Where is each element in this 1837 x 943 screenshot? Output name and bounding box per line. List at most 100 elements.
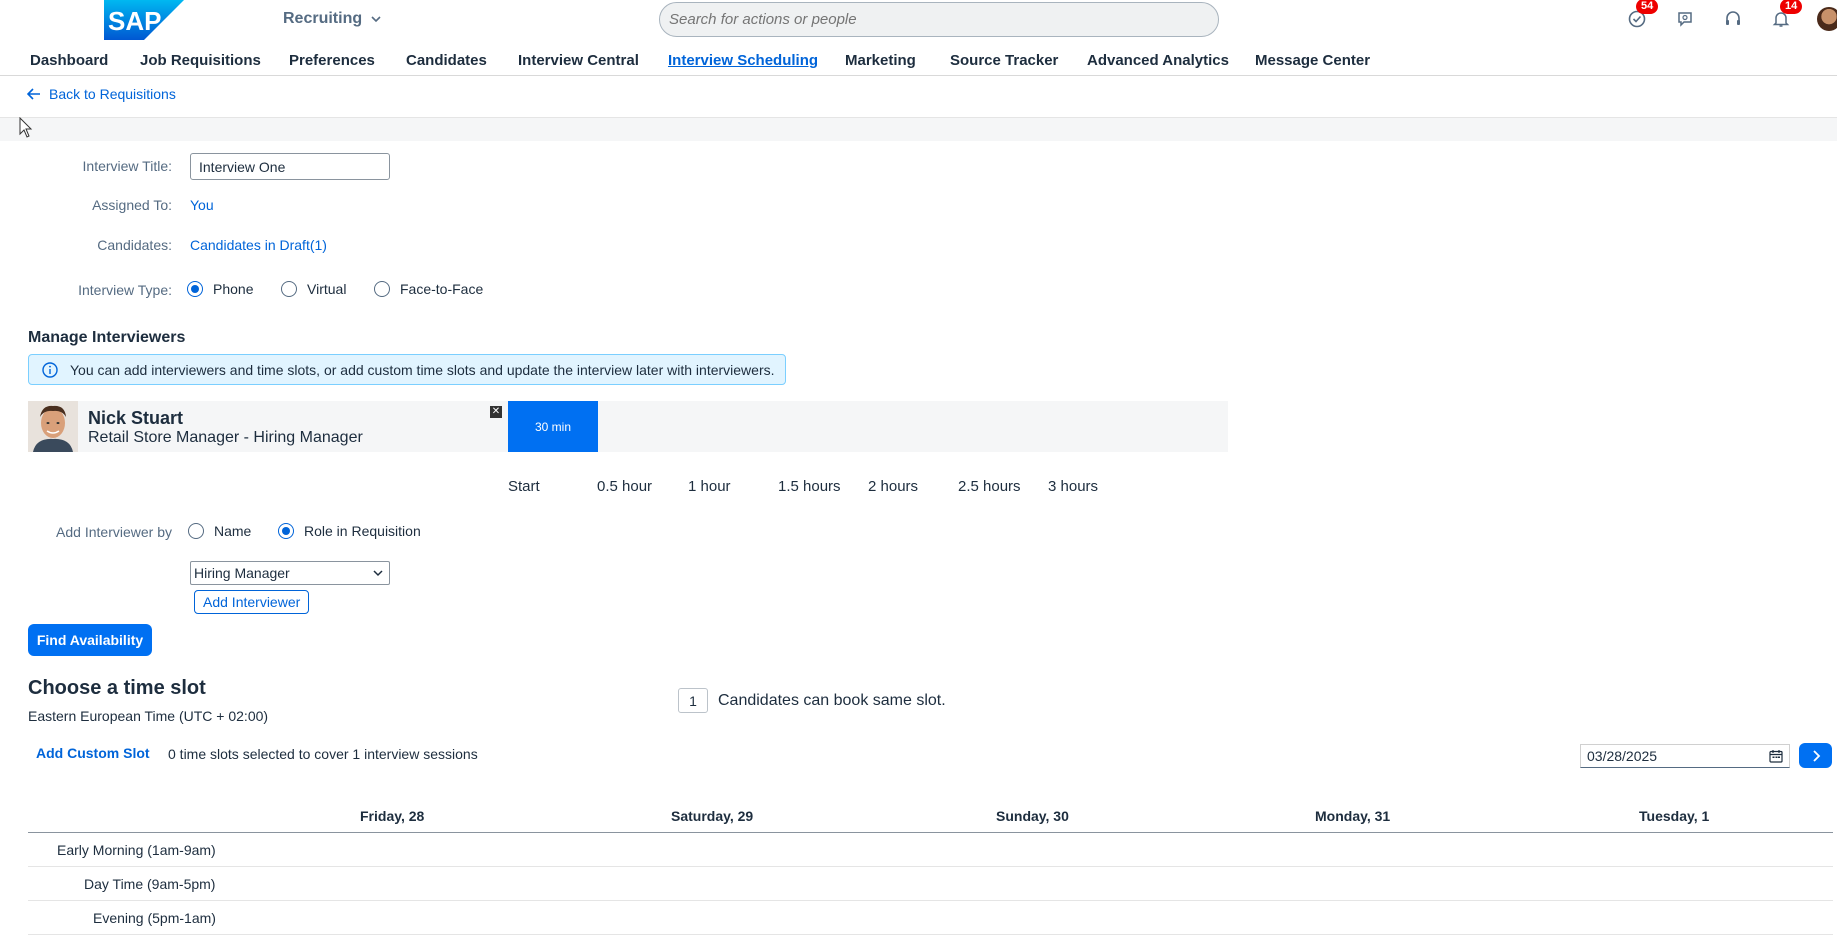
chat-button[interactable] <box>1674 8 1696 30</box>
assigned-to-label: Assigned To: <box>92 197 172 213</box>
radio-add-by-name[interactable]: Name <box>188 523 278 539</box>
app-switcher[interactable]: Recruiting <box>283 10 382 28</box>
add-by-group: Name Role in Requisition <box>188 523 421 539</box>
interview-title-label: Interview Title: <box>82 158 172 174</box>
calendar-icon[interactable] <box>1769 749 1783 763</box>
role-select[interactable]: Hiring Manager <box>190 561 390 585</box>
radio-add-by-name-circle <box>188 523 204 539</box>
info-message-text: You can add interviewers and time slots,… <box>70 361 775 378</box>
nav-marketing[interactable]: Marketing <box>845 52 950 69</box>
nav-candidates[interactable]: Candidates <box>406 52 518 69</box>
notifications-badge: 14 <box>1780 0 1803 14</box>
date-picker-value: 03/28/2025 <box>1587 748 1658 764</box>
back-link-label: Back to Requisitions <box>49 86 176 102</box>
shell-bar: SAP ® Recruiting 54 14 Dashboard Job Req… <box>0 0 1837 76</box>
interview-type-group: Phone Virtual Face-to-Face <box>187 281 483 297</box>
day-header-saturday: Saturday, 29 <box>671 808 754 824</box>
add-interviewer-by-label: Add Interviewer by <box>56 524 172 540</box>
notifications-button[interactable]: 14 <box>1770 0 1803 30</box>
row-label-day-time: Day Time (9am-5pm) <box>84 876 216 892</box>
row-label-early-morning: Early Morning (1am-9am) <box>57 842 216 858</box>
interviewer-row: Nick Stuart Retail Store Manager - Hirin… <box>28 401 1228 452</box>
user-avatar[interactable] <box>1817 7 1837 31</box>
slots-selected-summary: 0 time slots selected to cover 1 intervi… <box>168 746 478 762</box>
interviewer-name: Nick Stuart <box>88 408 184 428</box>
manage-interviewers-title: Manage Interviewers <box>28 329 186 346</box>
timeline-2-hours: 2 hours <box>868 478 919 495</box>
radio-face-to-face[interactable]: Face-to-Face <box>374 281 483 297</box>
interview-title-input[interactable] <box>190 153 390 180</box>
nav-message-center[interactable]: Message Center <box>1255 52 1375 69</box>
nav-advanced-analytics[interactable]: Advanced Analytics <box>1087 52 1255 69</box>
search-input[interactable] <box>669 3 1218 36</box>
timeline-1-5-hours: 1.5 hours <box>778 478 841 495</box>
nav-source-tracker[interactable]: Source Tracker <box>950 52 1087 69</box>
interviewer-photo <box>28 401 78 452</box>
info-icon <box>42 361 58 378</box>
chat-icon <box>1678 12 1692 27</box>
nav-interview-scheduling[interactable]: Interview Scheduling <box>668 52 845 69</box>
find-availability-button[interactable]: Find Availability <box>28 624 152 656</box>
radio-add-by-name-label: Name <box>214 523 252 539</box>
candidates-per-slot-input[interactable] <box>678 688 708 713</box>
todo-badge: 54 <box>1636 0 1659 14</box>
interviewer-role: Retail Store Manager - Hiring Manager <box>88 429 363 446</box>
headset-icon <box>1726 11 1740 25</box>
day-header-tuesday: Tuesday, 1 <box>1639 808 1710 824</box>
nav-job-requisitions[interactable]: Job Requisitions <box>140 52 289 69</box>
header-divider <box>0 117 1837 141</box>
calendar-grid-header <box>28 806 1833 833</box>
timeline-2-5-hours: 2.5 hours <box>958 478 1021 495</box>
choose-time-slot-title: Choose a time slot <box>28 677 206 699</box>
app-switcher-label: Recruiting <box>283 10 363 27</box>
main-navigation: Dashboard Job Requisitions Preferences C… <box>30 52 1375 69</box>
add-custom-slot-link[interactable]: Add Custom Slot <box>36 745 150 761</box>
radio-phone[interactable]: Phone <box>187 281 281 297</box>
row-label-evening: Evening (5pm-1am) <box>93 910 216 926</box>
radio-virtual[interactable]: Virtual <box>281 281 374 297</box>
radio-face-to-face-label: Face-to-Face <box>400 281 484 297</box>
svg-text:®: ® <box>154 32 160 40</box>
radio-phone-circle <box>187 281 203 297</box>
duration-slot[interactable]: 30 min <box>508 401 598 452</box>
grid-row-evening[interactable]: Evening (5pm-1am) <box>28 901 1833 935</box>
timeline-0-5-hour: 0.5 hour <box>597 478 653 495</box>
next-week-button[interactable] <box>1799 743 1832 768</box>
mouse-pointer-icon <box>19 117 33 138</box>
radio-add-by-role-circle <box>278 523 294 539</box>
day-header-sunday: Sunday, 30 <box>996 808 1069 824</box>
sap-logo[interactable]: SAP ® <box>104 0 184 40</box>
role-select-value: Hiring Manager <box>194 565 290 581</box>
grid-row-early-morning[interactable]: Early Morning (1am-9am) <box>28 833 1833 867</box>
radio-virtual-circle <box>281 281 297 297</box>
arrow-left-icon <box>27 88 40 100</box>
nav-interview-central[interactable]: Interview Central <box>518 52 668 69</box>
grid-row-day-time[interactable]: Day Time (9am-5pm) <box>28 867 1833 901</box>
svg-text:SAP: SAP <box>108 6 161 36</box>
radio-face-to-face-circle <box>374 281 390 297</box>
chevron-down-icon <box>373 570 383 577</box>
radio-add-by-role-label: Role in Requisition <box>304 523 421 539</box>
timezone-label: Eastern European Time (UTC + 02:00) <box>28 708 269 724</box>
remove-interviewer-icon[interactable]: ✕ <box>490 406 502 418</box>
timeline-1-hour: 1 hour <box>688 478 731 495</box>
day-header-monday: Monday, 31 <box>1315 808 1391 824</box>
search-field[interactable] <box>659 2 1219 37</box>
nav-preferences[interactable]: Preferences <box>289 52 406 69</box>
date-picker-input[interactable]: 03/28/2025 <box>1580 744 1790 768</box>
radio-add-by-role[interactable]: Role in Requisition <box>278 523 421 539</box>
assigned-to-link[interactable]: You <box>190 197 214 213</box>
chevron-right-icon <box>1812 749 1820 762</box>
support-button[interactable] <box>1722 8 1744 30</box>
chevron-down-icon <box>371 16 381 23</box>
todo-button[interactable]: 54 <box>1626 0 1659 30</box>
interview-type-label: Interview Type: <box>78 282 172 298</box>
timeline-start: Start <box>508 478 540 495</box>
info-message-strip: You can add interviewers and time slots,… <box>28 354 786 385</box>
back-to-requisitions-link[interactable]: Back to Requisitions <box>27 86 176 102</box>
nav-dashboard[interactable]: Dashboard <box>30 52 140 69</box>
candidates-in-draft-link[interactable]: Candidates in Draft(1) <box>190 237 327 253</box>
add-interviewer-button[interactable]: Add Interviewer <box>194 590 310 614</box>
day-header-friday: Friday, 28 <box>360 808 425 824</box>
radio-phone-label: Phone <box>213 281 254 297</box>
